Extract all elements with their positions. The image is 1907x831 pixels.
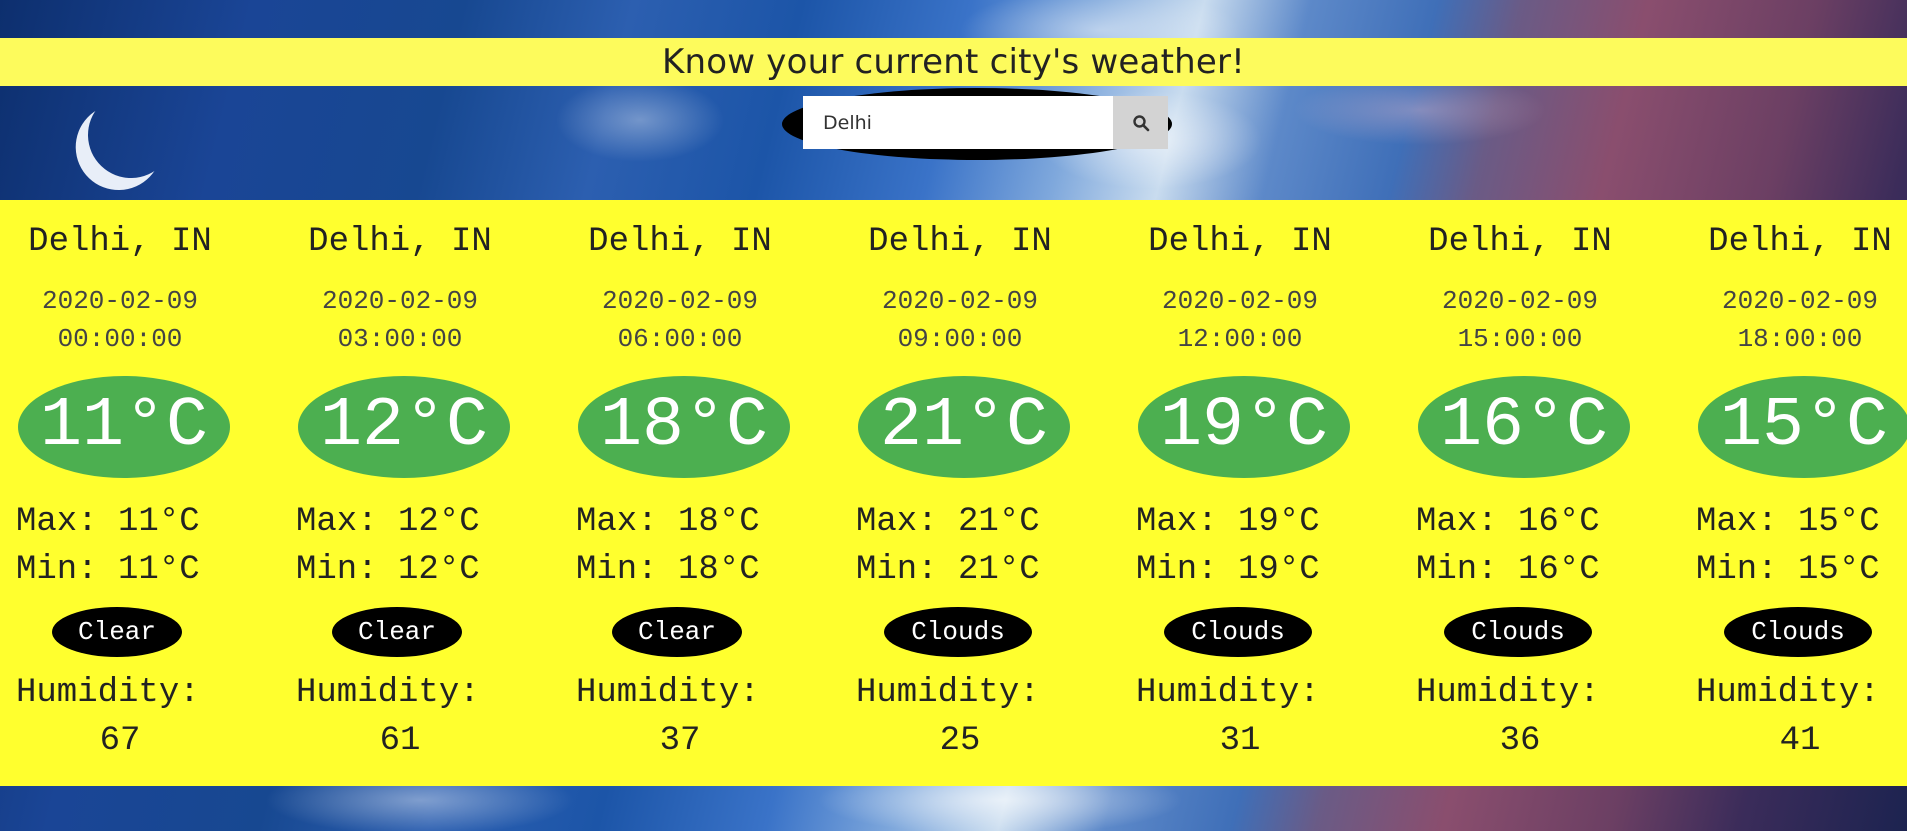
forecast-datetime: 2020-02-09 00:00:00 — [0, 282, 240, 358]
forecast-datetime: 2020-02-09 15:00:00 — [1400, 282, 1640, 358]
header-banner: Know your current city's weather! — [0, 38, 1907, 86]
forecast-time: 12:00:00 — [1177, 324, 1303, 354]
humidity-value: 61 — [379, 722, 421, 760]
min-temp: Min: 12°C — [296, 551, 480, 589]
max-temp: Max: 21°C — [856, 503, 1040, 541]
min-temp: Min: 16°C — [1416, 551, 1600, 589]
humidity-label: Humidity: — [296, 674, 480, 712]
min-temp: Min: 15°C — [1696, 551, 1880, 589]
temperature-badge: 15°C — [1698, 376, 1907, 478]
min-temp: Min: 21°C — [856, 551, 1040, 589]
forecast-time: 06:00:00 — [617, 324, 743, 354]
temperature-badge: 19°C — [1138, 376, 1350, 478]
city-name: Delhi, IN — [308, 223, 492, 261]
min-temp: Min: 19°C — [1136, 551, 1320, 589]
humidity-label: Humidity: — [1136, 674, 1320, 712]
condition-badge: Clouds — [1444, 607, 1592, 657]
condition-badge: Clear — [612, 607, 742, 657]
city-name: Delhi, IN — [588, 223, 772, 261]
forecast-datetime: 2020-02-09 03:00:00 — [280, 282, 520, 358]
forecast-time: 00:00:00 — [57, 324, 183, 354]
max-min-temps: Max: 15°C Min: 15°C — [1680, 498, 1907, 594]
forecast-date: 2020-02-09 — [1161, 286, 1319, 316]
max-temp: Max: 12°C — [296, 503, 480, 541]
humidity-value: 36 — [1499, 722, 1541, 760]
search-input[interactable] — [803, 96, 1113, 149]
humidity-label: Humidity: — [576, 674, 760, 712]
max-min-temps: Max: 18°C Min: 18°C — [560, 498, 800, 594]
min-temp: Min: 11°C — [16, 551, 200, 589]
humidity-value: 41 — [1779, 722, 1821, 760]
forecast-datetime: 2020-02-09 12:00:00 — [1120, 282, 1360, 358]
forecast-date: 2020-02-09 — [41, 286, 199, 316]
forecast-time: 03:00:00 — [337, 324, 463, 354]
forecast-time: 15:00:00 — [1457, 324, 1583, 354]
forecast-datetime: 2020-02-09 18:00:00 — [1680, 282, 1907, 358]
max-temp: Max: 11°C — [16, 503, 200, 541]
max-min-temps: Max: 21°C Min: 21°C — [840, 498, 1080, 594]
humidity-label: Humidity: — [856, 674, 1040, 712]
search-button[interactable] — [1113, 96, 1168, 149]
max-temp: Max: 19°C — [1136, 503, 1320, 541]
forecast-datetime: 2020-02-09 09:00:00 — [840, 282, 1080, 358]
page-title: Know your current city's weather! — [661, 42, 1245, 82]
condition-badge: Clouds — [1724, 607, 1872, 657]
temperature-badge: 11°C — [18, 376, 230, 478]
temperature-badge: 18°C — [578, 376, 790, 478]
condition-badge: Clouds — [884, 607, 1032, 657]
humidity-value: 67 — [99, 722, 141, 760]
humidity-label: Humidity: — [16, 674, 200, 712]
max-temp: Max: 16°C — [1416, 503, 1600, 541]
max-temp: Max: 18°C — [576, 503, 760, 541]
max-min-temps: Max: 19°C Min: 19°C — [1120, 498, 1360, 594]
humidity-label: Humidity: — [1696, 674, 1880, 712]
city-name: Delhi, IN — [28, 223, 212, 261]
search-icon — [1132, 114, 1149, 131]
forecast-datetime: 2020-02-09 06:00:00 — [560, 282, 800, 358]
forecast-date: 2020-02-09 — [881, 286, 1039, 316]
max-min-temps: Max: 12°C Min: 12°C — [280, 498, 520, 594]
condition-badge: Clouds — [1164, 607, 1312, 657]
forecast-date: 2020-02-09 — [1721, 286, 1879, 316]
forecast-time: 09:00:00 — [897, 324, 1023, 354]
forecast-date: 2020-02-09 — [601, 286, 759, 316]
humidity-value: 25 — [939, 722, 981, 760]
temperature-badge: 16°C — [1418, 376, 1630, 478]
max-min-temps: Max: 11°C Min: 11°C — [0, 498, 240, 594]
forecast-strip: Delhi, IN 2020-02-09 00:00:00 11°C Max: … — [0, 200, 1907, 786]
forecast-date: 2020-02-09 — [321, 286, 479, 316]
condition-badge: Clear — [52, 607, 182, 657]
city-name: Delhi, IN — [1148, 223, 1332, 261]
max-min-temps: Max: 16°C Min: 16°C — [1400, 498, 1640, 594]
forecast-date: 2020-02-09 — [1441, 286, 1599, 316]
temperature-badge: 21°C — [858, 376, 1070, 478]
condition-badge: Clear — [332, 607, 462, 657]
humidity-value: 31 — [1219, 722, 1261, 760]
max-temp: Max: 15°C — [1696, 503, 1880, 541]
forecast-time: 18:00:00 — [1737, 324, 1863, 354]
min-temp: Min: 18°C — [576, 551, 760, 589]
city-name: Delhi, IN — [1708, 223, 1892, 261]
moon-image — [81, 85, 181, 185]
temperature-badge: 12°C — [298, 376, 510, 478]
humidity-label: Humidity: — [1416, 674, 1600, 712]
humidity-value: 37 — [659, 722, 701, 760]
city-name: Delhi, IN — [1428, 223, 1612, 261]
city-name: Delhi, IN — [868, 223, 1052, 261]
